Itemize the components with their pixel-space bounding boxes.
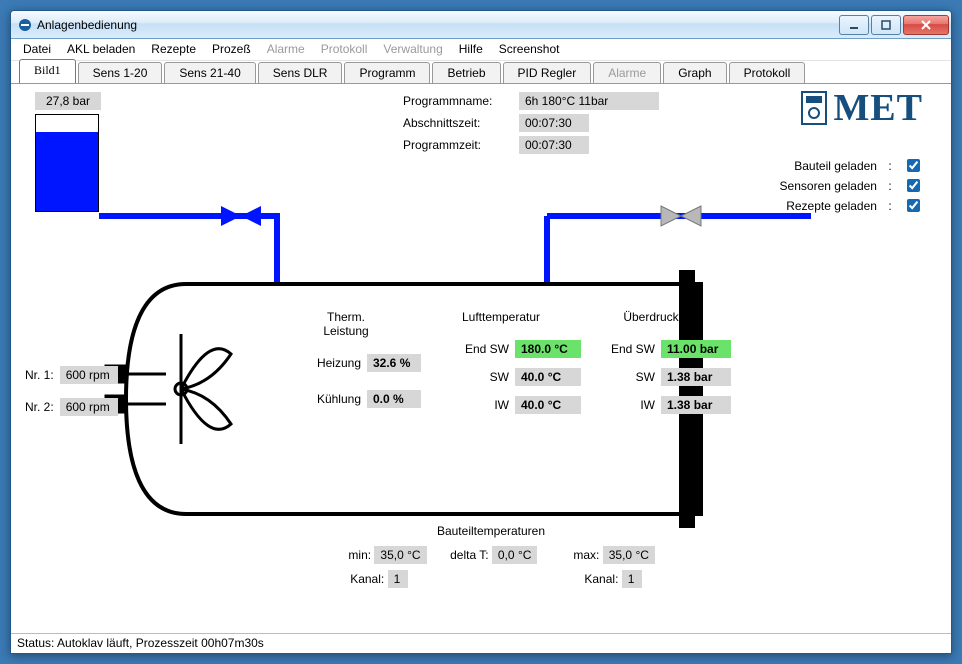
therm-head: Therm.Leistung [271, 310, 421, 338]
tank-level-gauge [35, 114, 99, 212]
app-body: Bild1 Sens 1-20 Sens 21-40 Sens DLR Prog… [11, 61, 951, 633]
programmzeit-label: Programmzeit: [403, 138, 513, 152]
menu-screenshot[interactable]: Screenshot [491, 39, 568, 60]
programmzeit-value: 00:07:30 [519, 136, 589, 154]
tab-pid-regler[interactable]: PID Regler [503, 62, 592, 84]
menu-prozess[interactable]: Prozeß [204, 39, 259, 60]
tab-protokoll[interactable]: Protokoll [729, 62, 806, 84]
title-bar: Anlagenbedienung [11, 11, 951, 39]
minimize-button[interactable] [839, 15, 869, 35]
menu-rezepte[interactable]: Rezepte [143, 39, 204, 60]
maximize-button[interactable] [871, 15, 901, 35]
menu-hilfe[interactable]: Hilfe [451, 39, 491, 60]
tab-row: Bild1 Sens 1-20 Sens 21-40 Sens DLR Prog… [11, 61, 951, 83]
logo-icon [801, 91, 827, 125]
sensoren-geladen-checkbox[interactable] [907, 179, 920, 192]
menu-bar: Datei AKL beladen Rezepte Prozeß Alarme … [11, 39, 951, 61]
druck-sw-label: SW [603, 370, 655, 384]
menu-datei[interactable]: Datei [15, 39, 59, 60]
rpm1-value: 600 rpm [60, 366, 118, 384]
abschnittszeit-value: 00:07:30 [519, 114, 589, 132]
menu-protokoll[interactable]: Protokoll [313, 39, 376, 60]
druck-iw-value: 1.38 bar [661, 396, 731, 414]
close-button[interactable] [903, 15, 949, 35]
rpm2-value: 600 rpm [60, 398, 118, 416]
window-buttons [839, 15, 949, 35]
bauteil-min-label: min: [327, 548, 371, 562]
ueberdruck-head: Überdruck [571, 310, 731, 324]
valve-open-icon [221, 206, 261, 226]
logo-text: MET [833, 86, 923, 130]
heizung-value: 32.6 % [367, 354, 421, 372]
rpm1-label: Nr. 1: [25, 368, 54, 382]
luft-iw-label: IW [457, 398, 509, 412]
druck-iw-label: IW [603, 398, 655, 412]
tank-pressure-value: 27,8 bar [35, 92, 101, 110]
lufttemperatur-head: Lufttemperatur [421, 310, 581, 324]
tab-betrieb[interactable]: Betrieb [432, 62, 500, 84]
bauteil-kanal-min-value: 1 [388, 570, 408, 588]
bauteil-kanal-max-value: 1 [622, 570, 642, 588]
programmname-label: Programmname: [403, 94, 513, 108]
tab-programm[interactable]: Programm [344, 62, 430, 84]
menu-alarme[interactable]: Alarme [259, 39, 313, 60]
bauteil-geladen-label: Bauteil geladen [794, 159, 877, 173]
druck-endsw-label: End SW [603, 342, 655, 356]
bauteil-kanal-max-label: Kanal: [574, 572, 618, 586]
tab-sens-dlr[interactable]: Sens DLR [258, 62, 343, 84]
tab-graph[interactable]: Graph [663, 62, 726, 84]
bauteil-head: Bauteiltemperaturen [251, 524, 731, 538]
bauteil-geladen-checkbox[interactable] [907, 159, 920, 172]
status-text: Status: Autoklav läuft, Prozesszeit 00h0… [17, 636, 264, 650]
therm-leistung-box: Therm.Leistung Heizung 32.6 % Kühlung 0.0 … [271, 310, 421, 418]
valve-closed-icon [661, 206, 701, 226]
window-title: Anlagenbedienung [37, 18, 839, 32]
luft-endsw-label: End SW [457, 342, 509, 356]
tank-pressure-indicator: 27,8 bar [35, 92, 101, 212]
logo: MET [801, 86, 923, 130]
druck-sw-value: 1.38 bar [661, 368, 731, 386]
lufttemperatur-box: Lufttemperatur End SW180.0 °C SW40.0 °C … [421, 310, 581, 424]
bauteiltemperaturen-box: Bauteiltemperaturen min: 35,0 °C delta T… [251, 524, 731, 594]
tank-level-fill [36, 132, 98, 211]
sensoren-geladen-label: Sensoren geladen [780, 179, 877, 193]
bauteil-delta-value: 0,0 °C [492, 546, 537, 564]
rpm-box: Nr. 1: 600 rpm Nr. 2: 600 rpm [25, 366, 118, 430]
menu-akl-beladen[interactable]: AKL beladen [59, 39, 143, 60]
bauteil-delta-label: delta T: [445, 548, 489, 562]
luft-sw-label: SW [457, 370, 509, 384]
bauteil-max-label: max: [555, 548, 599, 562]
tab-alarme[interactable]: Alarme [593, 62, 661, 84]
rpm2-label: Nr. 2: [25, 400, 54, 414]
tab-content: Programmname: 6h 180°C 11bar Abschnittsz… [11, 83, 951, 633]
tab-sens1-20[interactable]: Sens 1-20 [78, 62, 163, 84]
tab-bild1[interactable]: Bild1 [19, 59, 76, 83]
heizung-label: Heizung [309, 356, 361, 370]
kuehlung-label: Kühlung [309, 392, 361, 406]
app-icon [17, 17, 33, 33]
bauteil-kanal-min-label: Kanal: [340, 572, 384, 586]
menu-verwaltung[interactable]: Verwaltung [375, 39, 450, 60]
kuehlung-value: 0.0 % [367, 390, 421, 408]
status-bar: Status: Autoklav läuft, Prozesszeit 00h0… [11, 633, 951, 653]
program-info: Programmname: 6h 180°C 11bar Abschnittsz… [403, 92, 659, 158]
programmname-value: 6h 180°C 11bar [519, 92, 659, 110]
druck-endsw-value: 11.00 bar [661, 340, 731, 358]
bauteil-min-value: 35,0 °C [374, 546, 426, 564]
bauteil-max-value: 35,0 °C [603, 546, 655, 564]
abschnittszeit-label: Abschnittszeit: [403, 116, 513, 130]
tab-sens21-40[interactable]: Sens 21-40 [164, 62, 255, 84]
ueberdruck-box: Überdruck End SW 11.00 bar SW 1.38 bar IW 1… [571, 310, 731, 424]
app-window: Anlagenbedienung Datei AKL beladen Rezep… [10, 10, 952, 654]
